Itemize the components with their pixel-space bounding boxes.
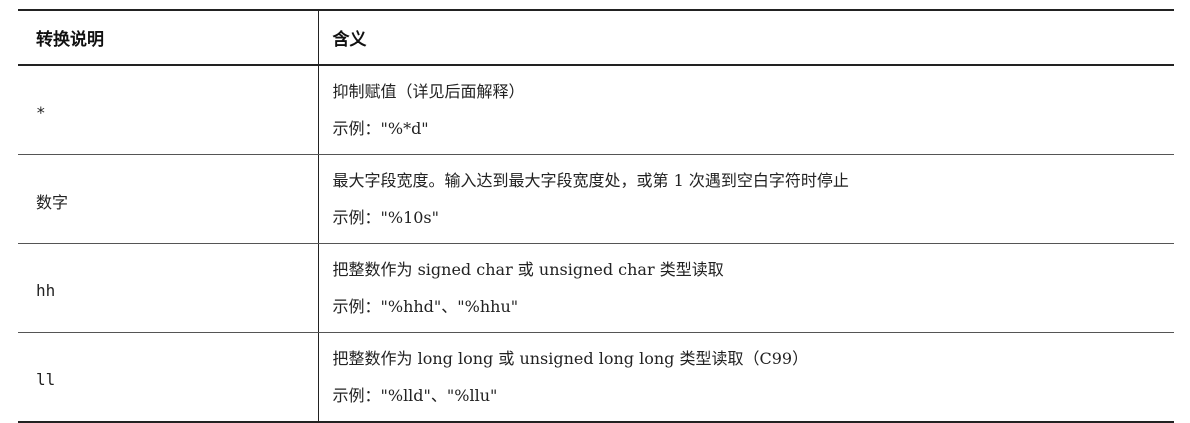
row-example: 示例："%10s" [332, 208, 440, 227]
row-meaning-cell: 把整数作为 signed char 或 unsigned char 类型读取 示… [317, 243, 1174, 333]
header-meaning: 含义 [317, 9, 1174, 66]
table-row: * 抑制赋值（详见后面解释） 示例："%*d" [18, 65, 1174, 155]
header-conversion-spec: 转换说明 [18, 9, 318, 66]
row-meaning: 抑制赋值（详见后面解释） [332, 82, 525, 101]
row-meaning-cell: 最大字段宽度。输入达到最大字段宽度处，或第 1 次遇到空白字符时停止 示例："%… [317, 154, 1174, 244]
row-example: 示例："%hhd"、"%hhu" [332, 297, 519, 316]
table-row: ll 把整数作为 long long 或 unsigned long long … [18, 332, 1174, 423]
conversion-spec-table: 转换说明 含义 * 抑制赋值（详见后面解释） 示例："%*d" 数字 最大字段宽… [18, 9, 1174, 423]
table-row: hh 把整数作为 signed char 或 unsigned char 类型读… [18, 243, 1174, 333]
row-meaning-cell: 把整数作为 long long 或 unsigned long long 类型读… [317, 332, 1174, 423]
row-example: 示例："%*d" [332, 119, 429, 138]
row-meaning: 把整数作为 long long 或 unsigned long long 类型读… [332, 349, 809, 368]
row-specifier: 数字 [18, 154, 318, 244]
row-meaning-cell: 抑制赋值（详见后面解释） 示例："%*d" [317, 65, 1174, 155]
table-header-row: 转换说明 含义 [18, 9, 1174, 66]
row-specifier: hh [18, 243, 318, 333]
row-example: 示例："%lld"、"%llu" [332, 386, 498, 405]
row-specifier: ll [18, 332, 318, 423]
row-meaning: 最大字段宽度。输入达到最大字段宽度处，或第 1 次遇到空白字符时停止 [332, 171, 849, 190]
table-row: 数字 最大字段宽度。输入达到最大字段宽度处，或第 1 次遇到空白字符时停止 示例… [18, 154, 1174, 244]
row-meaning: 把整数作为 signed char 或 unsigned char 类型读取 [332, 260, 724, 279]
row-specifier: * [18, 65, 318, 155]
